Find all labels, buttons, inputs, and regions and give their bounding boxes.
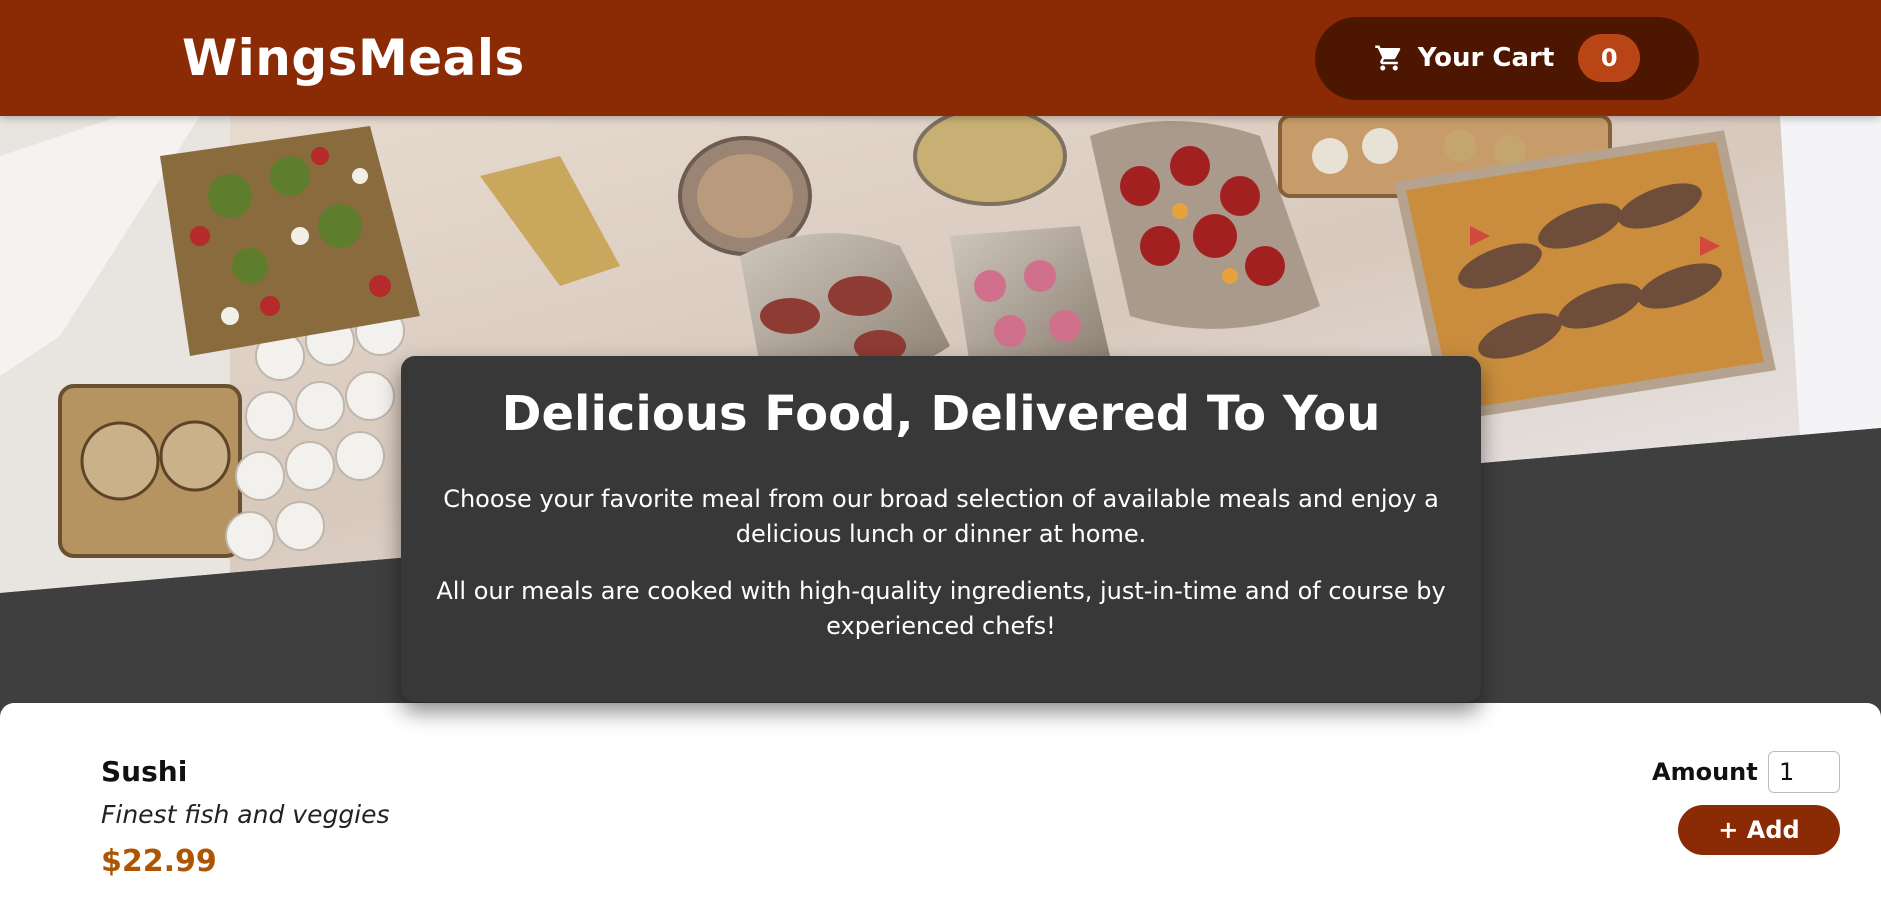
cart-count-badge: 0 xyxy=(1578,34,1641,82)
cart-icon xyxy=(1374,43,1404,73)
add-to-cart-button[interactable]: + Add xyxy=(1678,805,1840,855)
summary-title: Delicious Food, Delivered To You xyxy=(501,386,1381,442)
meal-price: $22.99 xyxy=(101,844,217,879)
main-header: WingsMeals Your Cart 0 xyxy=(0,0,1881,116)
meal-item: Sushi Finest fish and veggies $22.99 Amo… xyxy=(0,703,1881,898)
summary-paragraph-1: Choose your favorite meal from our broad… xyxy=(443,485,1439,548)
amount-input[interactable] xyxy=(1768,751,1840,793)
cart-button[interactable]: Your Cart 0 xyxy=(1315,16,1699,100)
summary-paragraph-2: All our meals are cooked with high-quali… xyxy=(436,577,1446,640)
meal-description: Finest fish and veggies xyxy=(101,800,390,829)
summary-card: Delicious Food, Delivered To You Choose … xyxy=(401,356,1481,702)
amount-label: Amount xyxy=(1652,758,1758,786)
cart-label: Your Cart xyxy=(1417,43,1555,73)
brand-title: WingsMeals xyxy=(182,29,525,87)
meals-list: Sushi Finest fish and veggies $22.99 Amo… xyxy=(0,703,1881,898)
meal-name: Sushi xyxy=(101,755,188,788)
